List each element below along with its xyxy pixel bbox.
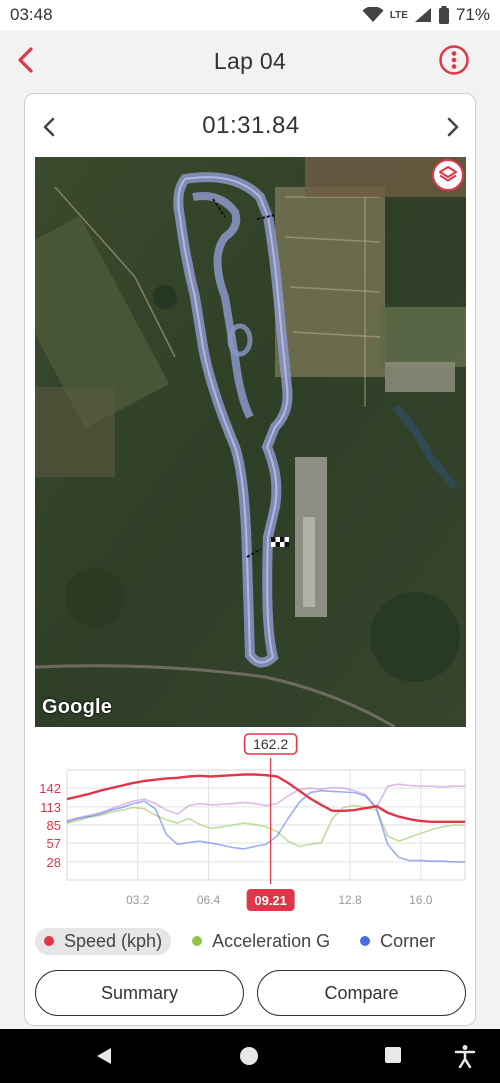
x-tick-label: 03.2 bbox=[126, 893, 150, 907]
y-tick-label: 28 bbox=[47, 855, 61, 870]
battery-percent: 71% bbox=[455, 5, 490, 24]
square-recents-icon[interactable] bbox=[384, 1046, 402, 1064]
action-buttons: Summary Compare bbox=[35, 970, 466, 1016]
legend-speed-dot bbox=[44, 936, 54, 946]
next-lap-button[interactable] bbox=[439, 114, 465, 140]
more-vert-icon bbox=[439, 45, 469, 75]
legend-acceleration-dot bbox=[192, 936, 203, 946]
y-tick-label: 142 bbox=[39, 781, 61, 796]
app-bar: Lap 04 bbox=[0, 30, 500, 92]
status-icons: LTE 71% bbox=[362, 5, 490, 25]
network-type-icon: LTE bbox=[389, 9, 408, 21]
chart-legend: Speed (kph) Acceleration G Corner bbox=[35, 927, 475, 955]
layers-icon bbox=[439, 166, 457, 182]
cursor-x-label: 09.21 bbox=[254, 893, 287, 908]
cursor-value-label: 162.2 bbox=[253, 736, 288, 752]
wifi-icon bbox=[362, 7, 384, 22]
back-button[interactable] bbox=[10, 44, 40, 76]
y-tick-label: 85 bbox=[47, 818, 61, 833]
summary-button[interactable]: Summary bbox=[35, 970, 244, 1016]
page-title: Lap 04 bbox=[213, 47, 287, 74]
legend-speed-label: Speed (kph) bbox=[64, 930, 163, 951]
x-tick-label: 16.0 bbox=[409, 893, 433, 907]
chart-svg[interactable]: 142 113 85 57 28 03.2 06.4 12.8 16.0 162.2 09.21 bbox=[25, 730, 476, 922]
start-finish-flag-icon bbox=[271, 537, 289, 547]
lap-header: 01:31.84 bbox=[25, 94, 475, 158]
legend-corner[interactable]: Corner bbox=[351, 928, 444, 955]
lap-time: 01:31.84 bbox=[202, 112, 300, 139]
legend-corner-dot bbox=[360, 936, 371, 946]
x-tick-label: 12.8 bbox=[338, 893, 362, 907]
status-bar: 03:48 LTE 71% bbox=[0, 0, 500, 30]
status-time: 03:48 bbox=[10, 5, 53, 24]
battery-icon bbox=[438, 6, 449, 24]
satellite-imagery bbox=[35, 157, 466, 727]
legend-speed[interactable]: Speed (kph) bbox=[35, 927, 172, 955]
x-tick-label: 06.4 bbox=[197, 893, 221, 907]
y-tick-label: 113 bbox=[40, 800, 61, 815]
y-tick-label: 57 bbox=[47, 836, 61, 851]
compare-button[interactable]: Compare bbox=[257, 970, 466, 1016]
chevron-left-icon bbox=[18, 47, 33, 73]
lap-card: 01:31.84 Google 142 113 85 57 28 03.2 06… bbox=[24, 93, 476, 1026]
previous-lap-button[interactable] bbox=[37, 114, 63, 140]
circle-home-icon[interactable] bbox=[239, 1046, 259, 1066]
system-nav-bar bbox=[0, 1029, 500, 1083]
telemetry-chart[interactable]: 142 113 85 57 28 03.2 06.4 12.8 16.0 162.2 09.21 bbox=[25, 730, 476, 922]
chevron-right-icon bbox=[447, 117, 459, 137]
chevron-left-icon bbox=[43, 117, 55, 137]
more-options-button[interactable] bbox=[438, 44, 470, 76]
map-layers-button[interactable] bbox=[432, 159, 464, 191]
track-map[interactable]: Google bbox=[35, 157, 466, 727]
legend-acceleration[interactable]: Acceleration G bbox=[183, 928, 339, 955]
google-attribution: Google bbox=[42, 696, 113, 718]
legend-corner-label: Corner bbox=[380, 930, 436, 951]
legend-acceleration-label: Acceleration G bbox=[212, 930, 331, 951]
cell-signal-icon bbox=[414, 8, 431, 22]
accessibility-icon[interactable] bbox=[454, 1044, 476, 1068]
triangle-back-icon[interactable] bbox=[94, 1046, 114, 1066]
